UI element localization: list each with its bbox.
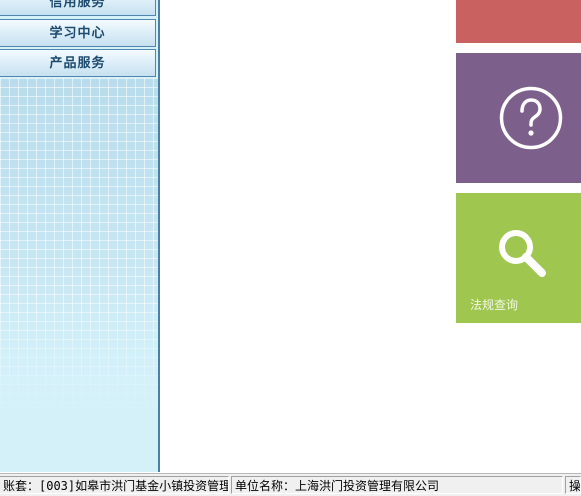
question-icon bbox=[499, 86, 563, 154]
status-unit-name: 单位名称：上海洪门投资管理有限公司 bbox=[231, 476, 563, 494]
sidebar: 信用服务 学习中心 产品服务 bbox=[0, 0, 160, 472]
status-operator: 操 bbox=[565, 476, 581, 494]
sidebar-item-credit-service[interactable]: 信用服务 bbox=[0, 0, 156, 16]
status-bar: 账套：[003]如皋市洪门基金小镇投资管理 单位名称：上海洪门投资管理有限公司 … bbox=[0, 473, 581, 496]
sidebar-item-label: 产品服务 bbox=[49, 56, 106, 71]
status-account: 账套：[003]如皋市洪门基金小镇投资管理 bbox=[0, 476, 229, 494]
red-tile[interactable] bbox=[456, 0, 581, 43]
regulation-search-tile[interactable]: 法规查询 bbox=[456, 193, 581, 323]
sidebar-item-label: 信用服务 bbox=[49, 0, 106, 10]
help-tile[interactable] bbox=[456, 53, 581, 183]
search-icon bbox=[496, 227, 548, 283]
sidebar-item-product-service[interactable]: 产品服务 bbox=[0, 49, 156, 77]
app-window: 信用服务 学习中心 产品服务 法规查询 账套：[003]如皋市洪门基金小镇投资管… bbox=[0, 0, 581, 496]
sidebar-item-learning-center[interactable]: 学习中心 bbox=[0, 19, 156, 47]
regulation-search-label: 法规查询 bbox=[470, 298, 519, 312]
sidebar-grid-fade bbox=[0, 78, 158, 472]
sidebar-item-label: 学习中心 bbox=[49, 26, 106, 41]
